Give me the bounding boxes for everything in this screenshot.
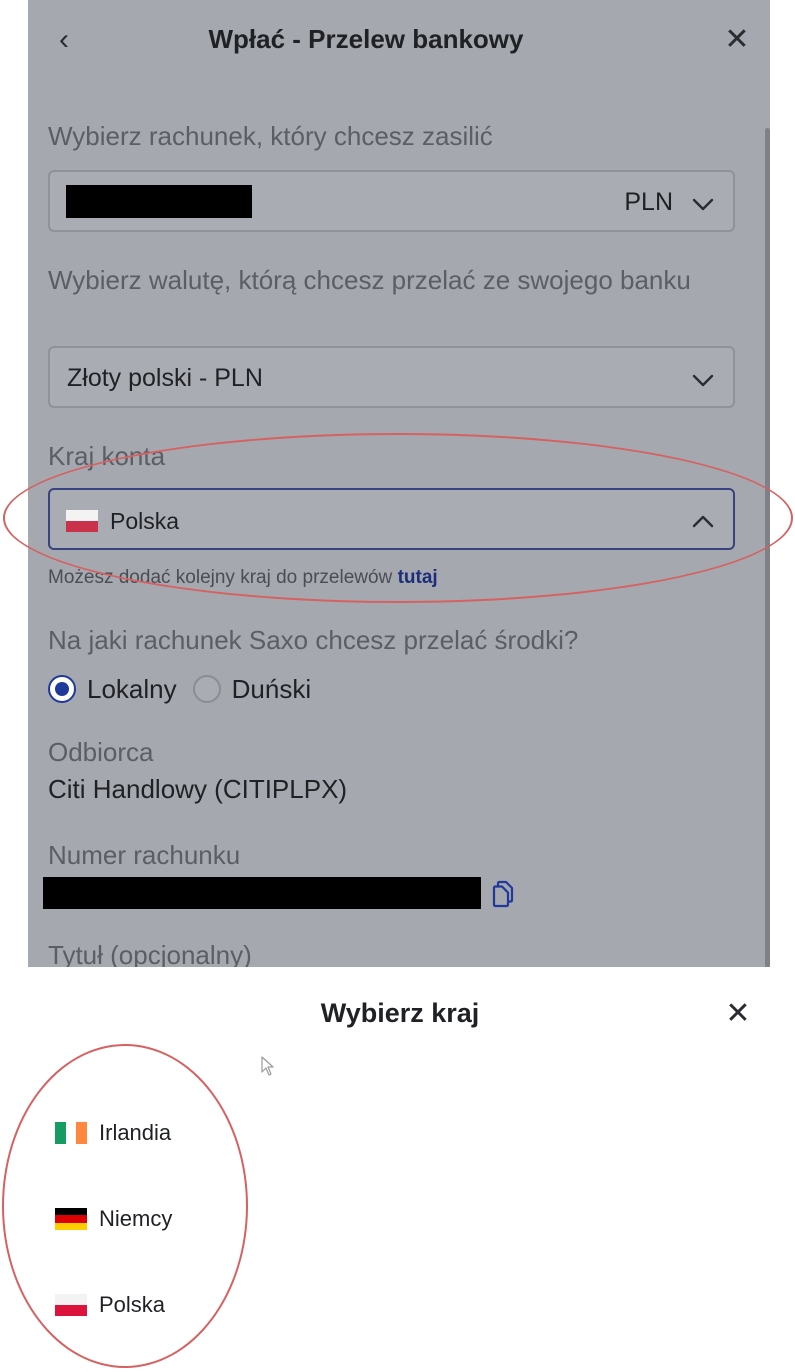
chevron-up-icon [691,510,715,534]
scrollbar[interactable] [765,128,770,967]
mouse-cursor-icon [261,1056,274,1076]
country-option-poland[interactable]: Polska [55,1290,165,1320]
deposit-form-panel: ‹ Wpłać - Przelew bankowy ✕ Wybierz rach… [28,0,770,967]
country-select-label: Kraj konta [48,441,166,471]
country-value: Polska [110,508,180,534]
account-select-label: Wybierz rachunek, który chcesz zasilić [48,121,493,151]
country-sheet-title: Wybierz kraj [320,998,480,1028]
add-country-hint: Możesz dodać kolejny kraj do przelewów t… [48,567,438,588]
account-currency: PLN [624,188,673,216]
country-option-label: Irlandia [99,1120,172,1145]
add-country-link[interactable]: tutaj [398,567,438,588]
close-icon[interactable]: ✕ [722,24,752,56]
transfer-title-label: Tytuł (opcjonalny) [48,940,252,967]
saxo-account-radio-group: Lokalny Duński [48,672,327,706]
recipient-value: Citi Handlowy (CITIPLPX) [48,774,348,804]
country-option-germany[interactable]: Niemcy [55,1204,172,1234]
radio-local-label[interactable]: Lokalny [87,674,177,705]
country-option-ireland[interactable]: Irlandia [55,1118,171,1148]
chevron-down-icon [691,368,715,392]
page-title: Wpłać - Przelew bankowy [208,24,524,54]
country-option-label: Niemcy [99,1206,173,1231]
germany-flag-icon [55,1208,87,1230]
currency-select-label: Wybierz walutę, którą chcesz przelać ze … [48,265,691,295]
radio-danish[interactable] [192,675,221,703]
redacted-account-number [43,877,481,909]
currency-value: Złoty polski - PLN [67,364,263,392]
currency-select[interactable]: Złoty polski - PLN [48,346,735,408]
poland-flag-icon [55,1294,87,1316]
saxo-account-label: Na jaki rachunek Saxo chcesz przelać śro… [48,625,579,655]
account-number-label: Numer rachunku [48,840,241,870]
copy-icon[interactable] [489,880,517,908]
country-option-label: Polska [99,1292,166,1317]
recipient-label: Odbiorca [48,737,154,767]
close-icon[interactable]: ✕ [723,998,753,1030]
poland-flag-icon [66,510,98,532]
country-select[interactable]: Polska [48,488,735,550]
chevron-down-icon [691,192,715,216]
radio-local[interactable] [48,675,76,703]
redacted-account-name [66,185,252,218]
ireland-flag-icon [55,1122,87,1144]
radio-danish-label[interactable]: Duński [232,674,311,705]
